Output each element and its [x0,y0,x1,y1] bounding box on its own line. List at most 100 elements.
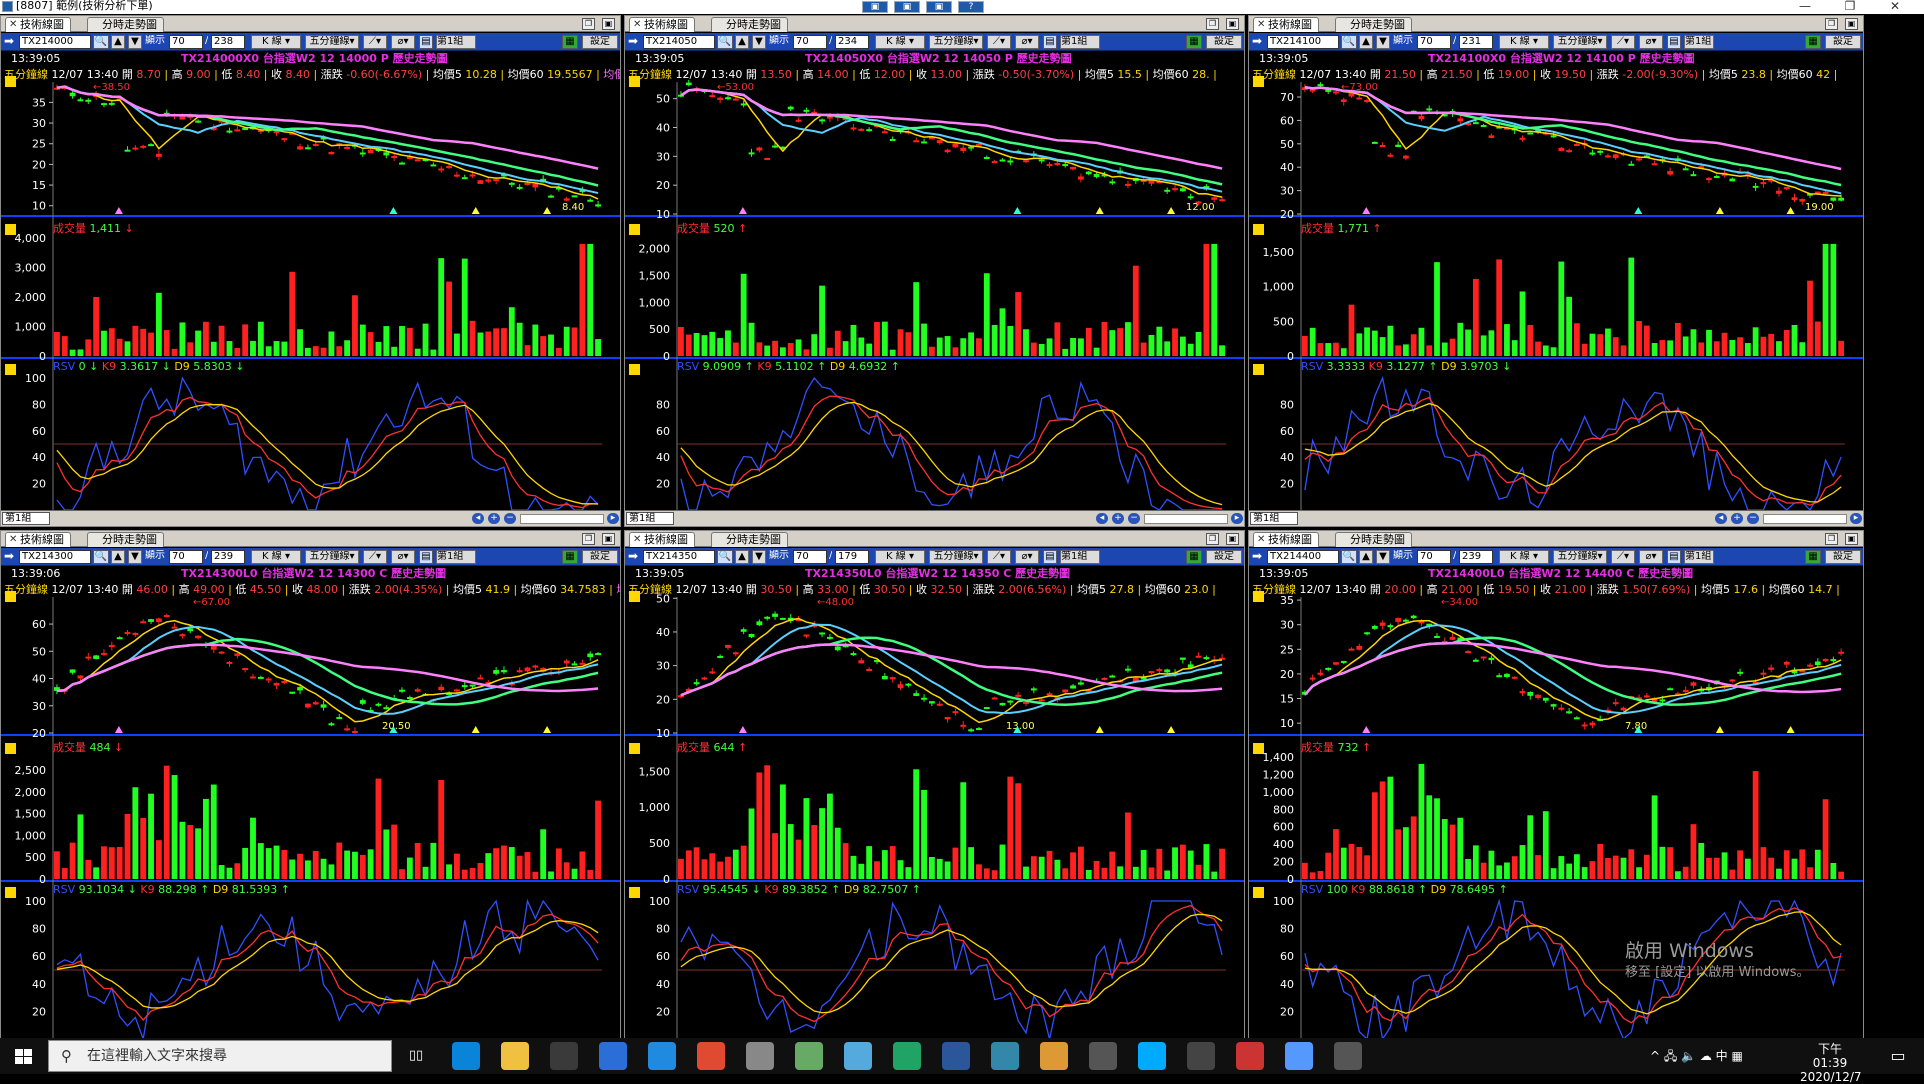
collapse-price-icon[interactable] [1253,591,1264,602]
chart-scrollbar[interactable] [1763,514,1847,524]
link-arrow-icon[interactable]: ➡ [628,35,638,49]
excel-icon[interactable]: ▦ [1805,35,1821,49]
clock[interactable]: 下午 01:39 2020/12/7 [1800,1042,1862,1084]
help-button[interactable]: ? [958,1,984,13]
window-menu-icon[interactable]: ▣ [602,533,615,545]
collapse-kd-icon[interactable] [629,364,640,375]
group-select[interactable]: 第1組 [1684,550,1714,564]
bars-shown-input[interactable]: 70 [793,35,827,49]
collapse-volume-icon[interactable] [629,224,640,235]
zoom-in-icon[interactable]: + [488,513,500,524]
zoom-out-icon[interactable]: − [504,513,516,524]
footer-group-select[interactable]: 第1組 [1250,512,1298,525]
period-select[interactable]: 五分鐘線▾ [929,35,983,49]
collapse-kd-icon[interactable] [1253,887,1264,898]
close-tab-icon[interactable]: ✕ [633,18,641,31]
symbol-input[interactable]: TX214100 [1267,35,1339,49]
bars-shown-input[interactable]: 70 [793,550,827,564]
collapse-price-icon[interactable] [1253,76,1264,87]
notification-icon[interactable]: ▭ [1884,1042,1912,1070]
symbol-input[interactable]: TX214350 [643,550,715,564]
tab-tech-chart[interactable]: ✕ 技術線圖 [5,17,71,32]
minimize-icon[interactable]: — [1790,0,1820,14]
layout-button-3[interactable]: ▣ [926,1,952,13]
restore-icon[interactable]: ❐ [1206,18,1219,30]
kline-type-select[interactable]: K 線 ▾ [875,550,925,564]
tab-tech-chart[interactable]: ✕ 技術線圖 [629,532,695,547]
window-menu-icon[interactable]: ▣ [1845,18,1858,30]
search-icon[interactable]: 🔍 [93,550,109,564]
collapse-kd-icon[interactable] [629,887,640,898]
group-select[interactable]: 第1組 [436,550,476,564]
eraser-icon[interactable]: ⌀▾ [1639,550,1663,564]
period-select[interactable]: 五分鐘線▾ [1553,550,1607,564]
down-arrow-icon[interactable]: ▼ [128,35,142,49]
excel-icon[interactable]: ▦ [562,35,578,49]
collapse-volume-icon[interactable] [5,224,16,235]
app-icon[interactable] [1236,1042,1264,1070]
layout-button-1[interactable]: ▣ [862,1,888,13]
down-arrow-icon[interactable]: ▼ [752,35,766,49]
layout-icon[interactable]: ▤ [419,550,433,564]
layout-icon[interactable]: ▤ [1043,550,1057,564]
explorer-icon[interactable] [501,1042,529,1070]
footer-group-select[interactable]: 第1組 [2,512,50,525]
window-menu-icon[interactable]: ▣ [1226,533,1239,545]
total-bars-input[interactable]: 179 [835,550,869,564]
footer-group-select[interactable]: 第1組 [626,512,674,525]
settings-button[interactable]: 設定 [1206,550,1242,564]
bars-shown-input[interactable]: 70 [1417,35,1451,49]
group-select[interactable]: 第1組 [436,35,476,49]
search-icon[interactable]: 🔍 [717,550,733,564]
zoom-out-icon[interactable]: − [1747,513,1759,524]
link-arrow-icon[interactable]: ➡ [628,550,638,564]
collapse-price-icon[interactable] [629,76,640,87]
layout-icon[interactable]: ▤ [1043,35,1057,49]
chrome-icon[interactable] [697,1042,725,1070]
bars-shown-input[interactable]: 70 [169,35,203,49]
up-arrow-icon[interactable]: ▲ [111,550,125,564]
symbol-input[interactable]: TX214000 [19,35,91,49]
close-tab-icon[interactable]: ✕ [1257,18,1265,31]
draw-line-icon[interactable]: ⟋▾ [1611,35,1635,49]
scroll-left-icon[interactable]: ◂ [1096,513,1108,524]
edge-icon[interactable] [452,1042,480,1070]
draw-line-icon[interactable]: ⟋▾ [363,550,387,564]
app-icon[interactable] [1187,1042,1215,1070]
bars-shown-input[interactable]: 70 [169,550,203,564]
collapse-volume-icon[interactable] [629,743,640,754]
tab-tech-chart[interactable]: ✕ 技術線圖 [629,17,695,32]
scroll-right-icon[interactable]: ▸ [1231,513,1243,524]
total-bars-input[interactable]: 238 [211,35,245,49]
period-select[interactable]: 五分鐘線▾ [929,550,983,564]
total-bars-input[interactable]: 231 [1459,35,1493,49]
eraser-icon[interactable]: ⌀▾ [391,35,415,49]
total-bars-input[interactable]: 239 [1459,550,1493,564]
total-bars-input[interactable]: 239 [211,550,245,564]
settings-button[interactable]: 設定 [1206,35,1242,49]
collapse-price-icon[interactable] [5,76,16,87]
tab-tick-chart[interactable]: 分時走勢圖 [711,17,788,32]
kline-type-select[interactable]: K 線 ▾ [1499,35,1549,49]
collapse-kd-icon[interactable] [5,887,16,898]
settings-button[interactable]: 設定 [1825,550,1861,564]
tab-tick-chart[interactable]: 分時走勢圖 [1335,532,1412,547]
down-arrow-icon[interactable]: ▼ [1376,550,1390,564]
scroll-right-icon[interactable]: ▸ [607,513,619,524]
store-icon[interactable] [550,1042,578,1070]
kline-type-select[interactable]: K 線 ▾ [251,550,301,564]
period-select[interactable]: 五分鐘線▾ [305,35,359,49]
down-arrow-icon[interactable]: ▼ [1376,35,1390,49]
symbol-input[interactable]: TX214300 [19,550,91,564]
tab-tick-chart[interactable]: 分時走勢圖 [711,532,788,547]
up-arrow-icon[interactable]: ▲ [1359,550,1373,564]
close-tab-icon[interactable]: ✕ [9,533,17,546]
restore-icon[interactable]: ❐ [1825,533,1838,545]
group-select[interactable]: 第1組 [1060,35,1100,49]
tray-icons[interactable]: ^ 🖧 🔈 ☁ 中 ▦ [1650,1049,1743,1063]
app-icon[interactable] [1334,1042,1362,1070]
restore-icon[interactable]: ❐ [1206,533,1219,545]
tab-tick-chart[interactable]: 分時走勢圖 [87,17,164,32]
search-icon[interactable]: 🔍 [1341,35,1357,49]
close-tab-icon[interactable]: ✕ [633,533,641,546]
